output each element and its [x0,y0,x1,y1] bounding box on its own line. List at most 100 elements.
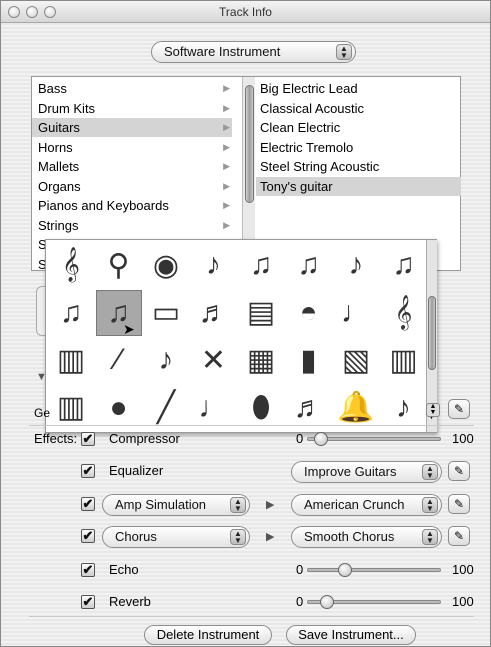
updown-arrows-icon: ▲ ▼ [336,44,352,60]
electric-guitar-icon[interactable]: ♫ [381,242,427,288]
keyboard-icon[interactable]: ▥ [381,337,427,383]
instrument-item[interactable]: Electric Tremolo [256,138,461,157]
instrument-type-value: Software Instrument [164,44,281,59]
mouse-cursor-icon: ➤ [123,321,135,337]
category-item[interactable]: Mallets ▶ [32,157,232,176]
effect-checkbox[interactable]: ✔ [81,464,95,478]
effect-checkbox[interactable]: ✔ [81,432,95,446]
effect-preset-select[interactable]: Smooth Chorus ▲ ▼ [291,526,442,548]
effect-preset-value: American Crunch [304,497,405,512]
keyboard-icon[interactable]: ▥ [48,337,94,383]
effect-preset-select[interactable]: Improve Guitars ▲ ▼ [291,461,442,483]
disclosure-right-icon: ▶ [266,531,275,543]
mandolin-icon[interactable]: ♪ [143,337,189,383]
submenu-arrow-icon: ▶ [223,122,230,132]
slider-min-label: 0 [296,562,304,577]
electric-guitar-icon[interactable]: ♫ [238,242,284,288]
effect-checkbox[interactable]: ✔ [81,497,95,511]
pan-flute-icon[interactable]: ▮ [286,337,332,383]
effect-checkbox[interactable]: ✔ [81,563,95,577]
acoustic-guitar-icon[interactable]: ♪ [191,242,237,288]
title-bar: Track Info [1,1,490,23]
effect-type-select[interactable]: Amp Simulation ▲ ▼ [102,494,250,516]
scroll-thumb[interactable] [245,85,254,203]
flute-icon[interactable]: ⁄ [96,337,142,383]
save-instrument-button[interactable]: Save Instrument... [286,625,416,645]
divider [29,425,474,426]
generator-edit-button[interactable]: ✎ [448,399,470,419]
effects-label: Effects: [34,431,78,446]
harmonica-icon[interactable]: ▤ [238,290,284,336]
effect-slider[interactable] [307,595,441,609]
slider-knob[interactable] [338,563,352,577]
category-item[interactable]: Horns ▶ [32,138,232,157]
french-horn-icon[interactable]: 𝄞 [48,242,94,288]
category-item[interactable]: Bass ▶ [32,79,232,98]
category-item[interactable]: Organs ▶ [32,177,232,196]
saxophone-icon[interactable]: ♩ [191,385,237,431]
acoustic-guitar-icon[interactable]: ♪ [333,242,379,288]
updown-arrows-icon: ▲ ▼ [422,529,438,545]
instrument-item[interactable]: Tony's guitar [256,176,461,196]
slider-max-label: 100 [452,562,474,577]
submenu-arrow-icon: ▶ [223,200,230,210]
instrument-item[interactable]: Big Electric Lead [256,79,461,98]
category-item[interactable]: Pianos and Keyboards ▶ [32,196,232,215]
synth-icon[interactable]: ▦ [238,337,284,383]
updown-arrows-icon: ▲ ▼ [422,497,438,513]
delete-instrument-button[interactable]: Delete Instrument [144,625,272,645]
effect-checkbox[interactable]: ✔ [81,529,95,543]
effect-name: Compressor [109,431,180,446]
electric-guitar-icon[interactable]: ♫ [286,242,332,288]
palette-scroll-thumb[interactable] [428,296,436,370]
slider-knob[interactable] [314,432,328,446]
gong-icon[interactable]: ◉ [143,242,189,288]
tube-icon[interactable]: ▭ [143,290,189,336]
keyboard-icon[interactable]: ▥ [48,385,94,431]
submenu-arrow-icon: ▶ [223,102,230,113]
category-item[interactable]: Guitars ▶ [32,118,232,137]
vibraphone-icon[interactable]: ▧ [333,337,379,383]
eggs-icon[interactable]: ⬮ [238,385,284,431]
effect-type-select[interactable]: Chorus ▲ ▼ [102,526,250,548]
electric-bass-icon[interactable]: ♬ [191,290,237,336]
french-horn-icon[interactable]: 𝄞 [381,290,427,336]
maracas-icon[interactable]: ● [96,385,142,431]
drumsticks-icon[interactable]: ✕ [191,337,237,383]
category-item[interactable]: Drum Kits ▶ [32,99,232,118]
effect-name: Chorus [115,529,157,544]
effect-preset-value: Improve Guitars [304,464,397,479]
instrument-item[interactable]: Classical Acoustic [256,99,461,118]
clarinet-icon[interactable]: ╱ [143,385,189,431]
generator-label: Ge [34,406,51,420]
bell-icon[interactable]: 🔔 [333,385,379,431]
effect-preset-value: Smooth Chorus [304,529,395,544]
instrument-item[interactable]: Clean Electric [256,118,461,137]
category-item[interactable]: Strings ▶ [32,216,232,235]
instrument-type-select[interactable]: Software Instrument ▲ ▼ [151,41,356,63]
slider-min-label: 0 [296,594,304,609]
updown-arrows-icon: ▲ ▼ [422,464,438,480]
divider [29,616,474,617]
effect-preset-select[interactable]: American Crunch ▲ ▼ [291,494,442,516]
cymbal-icon[interactable]: ◓ [286,290,332,336]
updown-arrows-icon: ▲ ▼ [230,529,246,545]
effect-slider[interactable] [307,432,441,446]
submenu-arrow-icon: ▶ [223,219,230,230]
edit-preset-button[interactable]: ✎ [448,461,470,481]
generator-popup-arrows-icon[interactable]: ▲ ▼ [426,403,440,417]
violin-icon[interactable]: ♪ [381,385,427,431]
trumpets-icon[interactable]: ♩ [333,290,379,336]
instrument-item[interactable]: Steel String Acoustic [256,157,461,176]
electric-guitar-icon[interactable]: ♫ [48,290,94,336]
effect-checkbox[interactable]: ✔ [81,595,95,609]
slider-knob[interactable] [320,595,334,609]
submenu-arrow-icon: ▶ [223,161,230,171]
mallets-icon[interactable]: ⚲ [96,242,142,288]
sitar-icon[interactable]: ♬ [286,385,332,431]
edit-preset-button[interactable]: ✎ [448,526,470,546]
icon-palette: 𝄞⚲◉♪♫♫♪♫♫♫▭♬▤◓♩𝄞▥⁄♪✕▦▮▧▥▥●╱♩⬮♬🔔♪ ▲▼ [45,239,437,433]
track-info-window: Track Info Software Instrument ▲ ▼ Bass ▶ D… [0,0,491,647]
edit-preset-button[interactable]: ✎ [448,494,470,514]
effect-slider[interactable] [307,563,441,577]
